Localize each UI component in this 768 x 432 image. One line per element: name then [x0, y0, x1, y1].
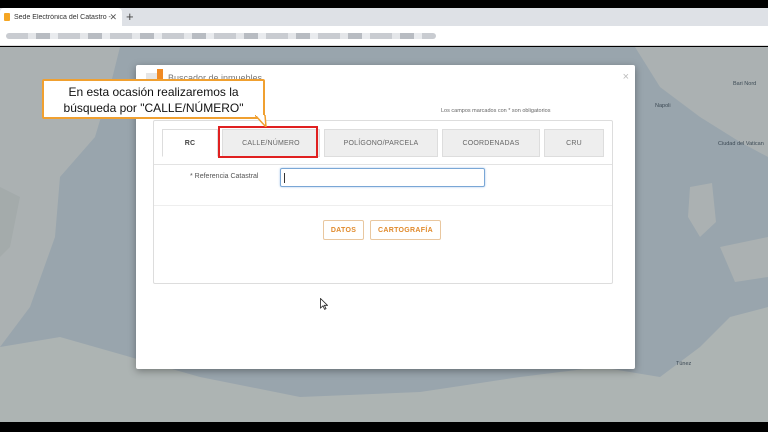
callout-pointer-icon [255, 115, 267, 127]
screen: Sede Electrónica del Catastro - P ✕ + Ba… [0, 0, 768, 432]
callout-line-1: En esta ocasión realizaremos la [68, 85, 239, 99]
browser-toolbar [0, 26, 768, 46]
required-fields-note: Los campos marcados con * son obligatori… [441, 108, 551, 114]
blurred-address-bar[interactable] [6, 33, 436, 39]
form-divider [154, 205, 612, 206]
tab-coordenadas[interactable]: COORDENADAS [442, 129, 540, 157]
browser-tabstrip: Sede Electrónica del Catastro - P ✕ + [0, 8, 768, 26]
tab-poligono-parcela[interactable]: POLÍGONO/PARCELA [324, 129, 438, 157]
referencia-catastral-label: * Referencia Catastral [190, 173, 259, 180]
callout-line-2: búsqueda por "CALLE/NÚMERO" [63, 101, 244, 115]
close-icon[interactable]: × [623, 71, 629, 83]
tabs-divider [154, 164, 612, 165]
mouse-cursor-icon [320, 298, 328, 310]
new-tab-icon[interactable]: + [126, 9, 134, 25]
referencia-catastral-input[interactable] [280, 168, 485, 187]
text-caret [284, 173, 285, 183]
calle-numero-highlight [218, 126, 318, 158]
tab-rc[interactable]: RC [162, 129, 218, 157]
browser-tab-title: Sede Electrónica del Catastro - P [14, 13, 112, 21]
tutorial-callout: En esta ocasión realizaremos la búsqueda… [42, 79, 265, 119]
browser-tab[interactable]: Sede Electrónica del Catastro - P ✕ [0, 8, 122, 26]
tab-cru[interactable]: CRU [544, 129, 604, 157]
catastro-favicon-icon [4, 13, 10, 21]
close-tab-icon[interactable]: ✕ [109, 11, 117, 23]
datos-button[interactable]: DATOS [323, 220, 364, 240]
cartografia-button[interactable]: CARTOGRAFÍA [370, 220, 441, 240]
